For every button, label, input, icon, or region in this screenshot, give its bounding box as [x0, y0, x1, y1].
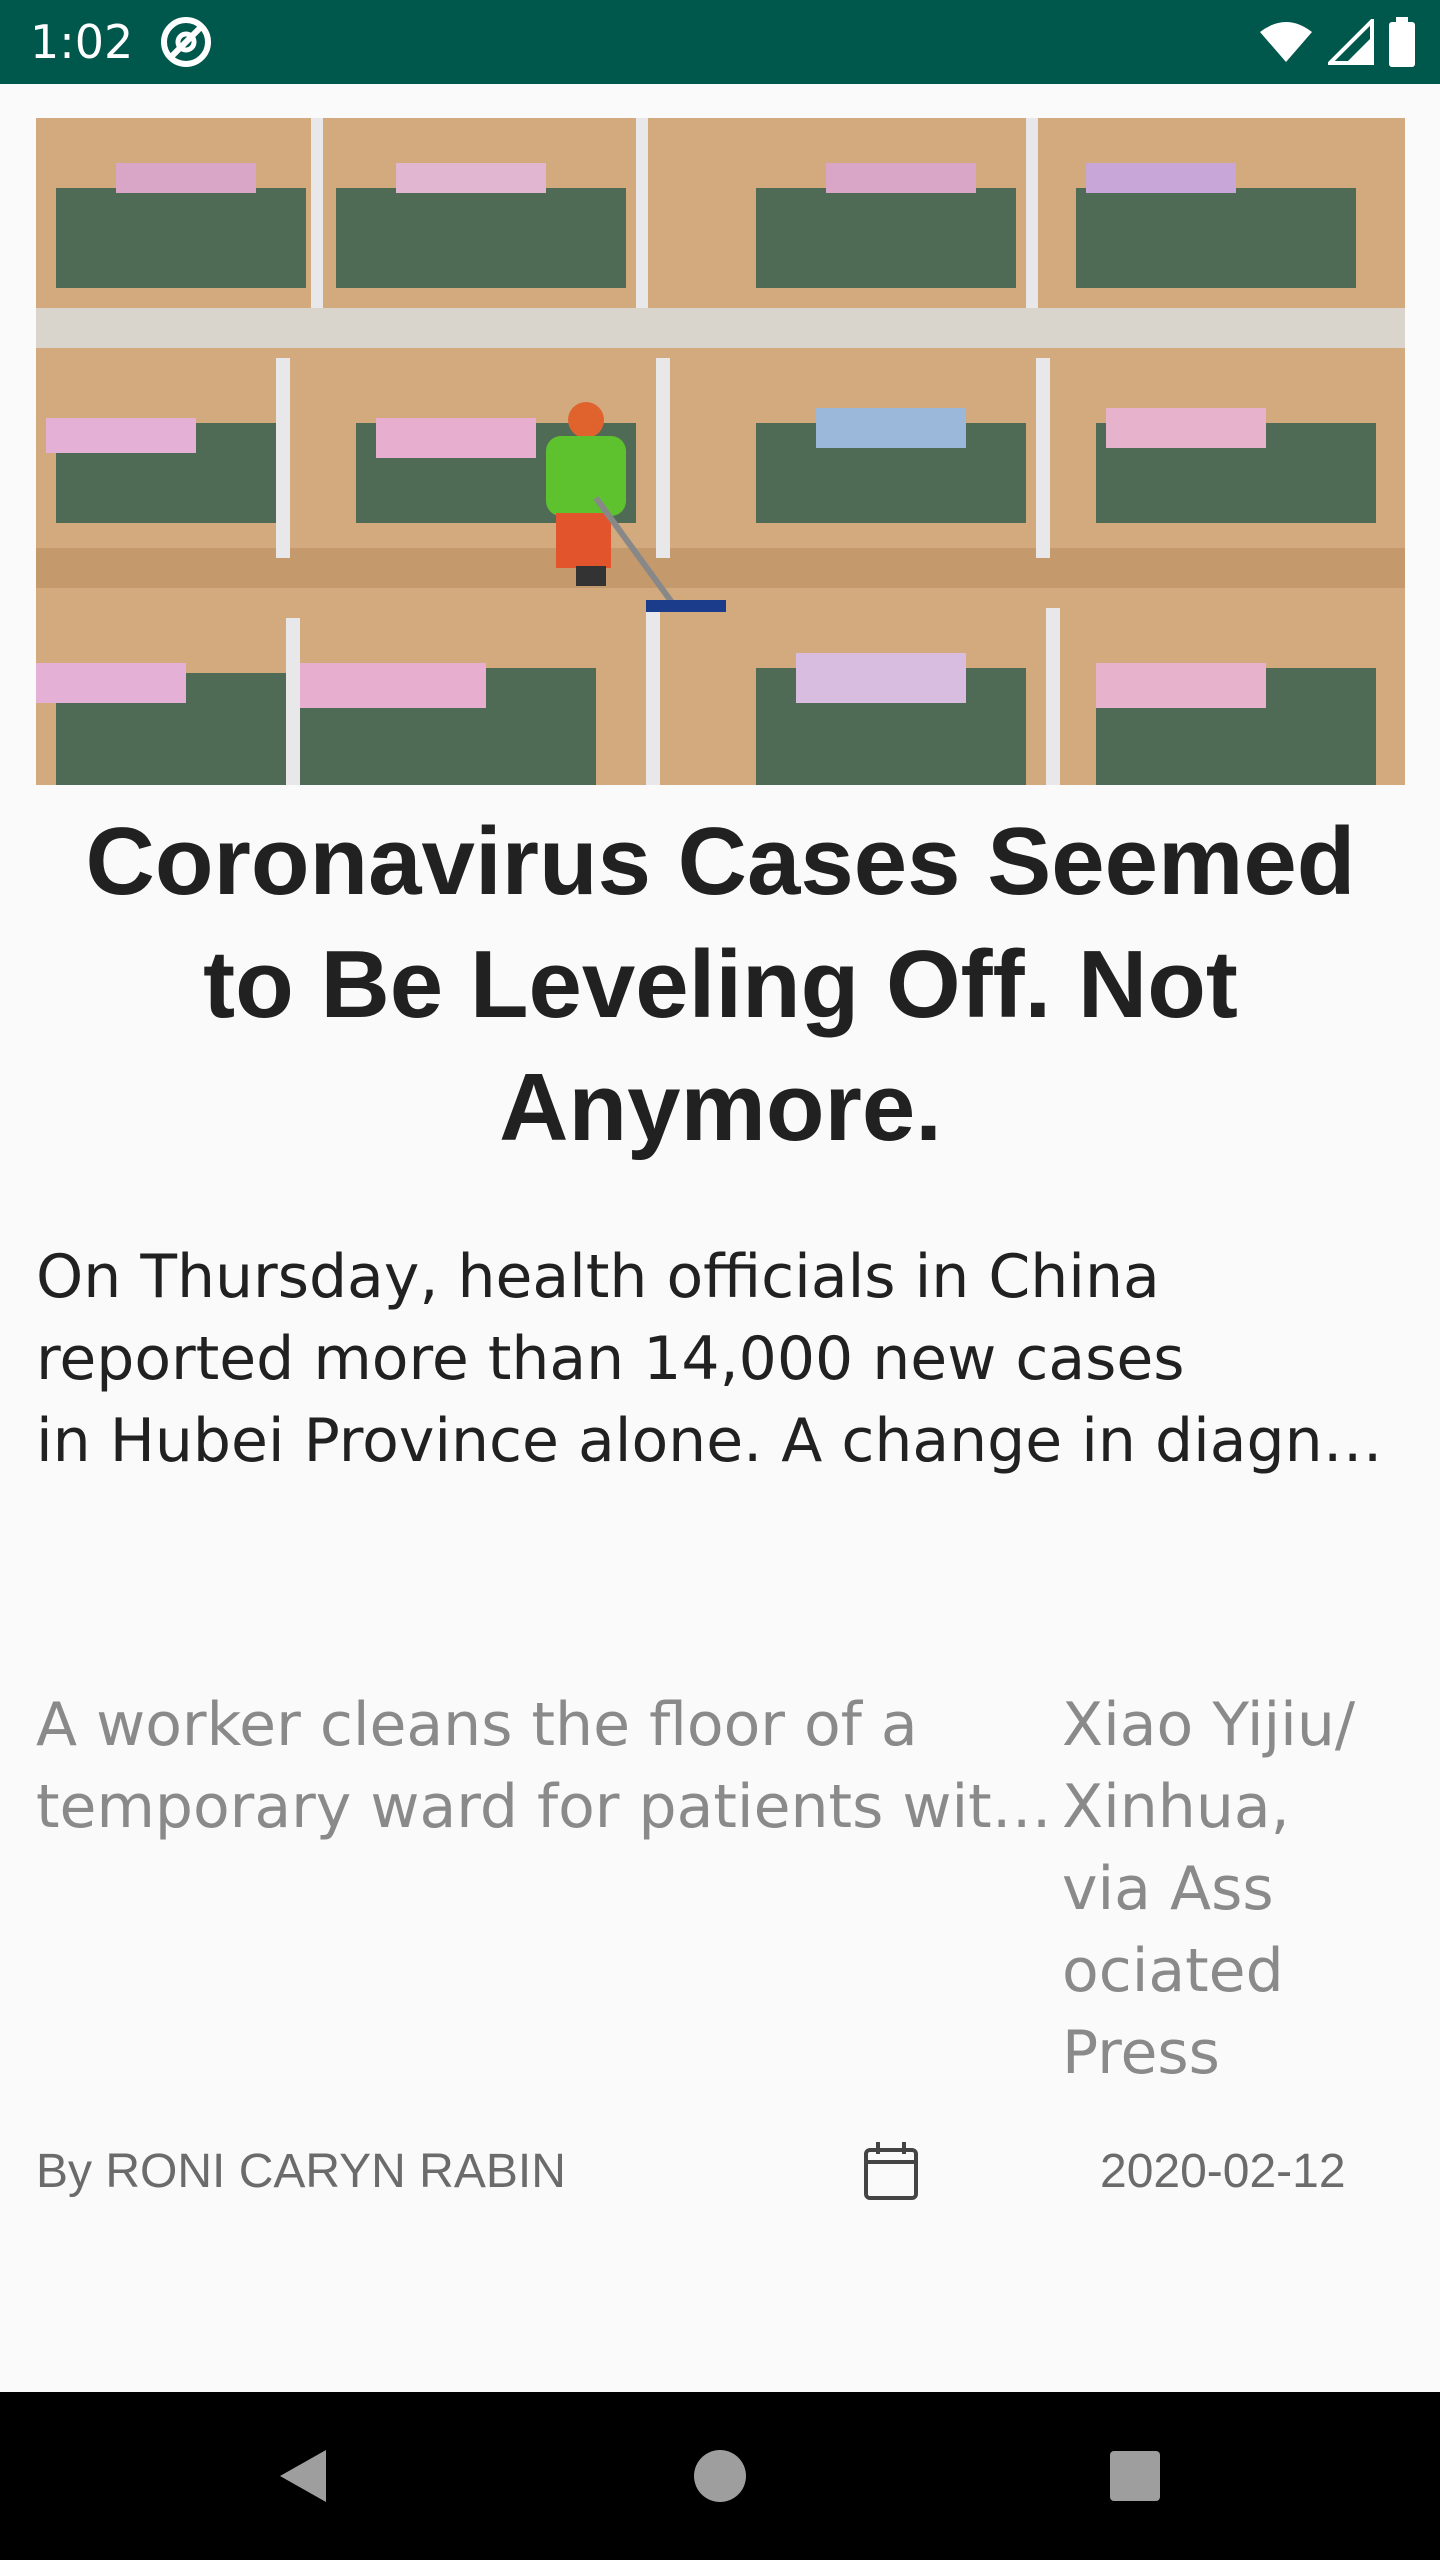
- credit-line: Xinhua,: [1062, 1772, 1290, 1842]
- signal-icon: [1328, 19, 1374, 65]
- credit-line: ociated: [1062, 1936, 1284, 2006]
- article-date: 2020-02-12: [1100, 2145, 1346, 2198]
- home-icon: [694, 2450, 746, 2502]
- credit-line: via Ass: [1062, 1854, 1274, 1924]
- recents-button[interactable]: [1055, 2392, 1215, 2560]
- headline-line: Coronavirus Cases Seemed: [85, 808, 1356, 915]
- status-bar: 1:02: [0, 0, 1440, 84]
- headline-line: to Be Leveling Off. Not: [203, 931, 1238, 1038]
- article-summary: On Thursday, health officials in China r…: [36, 1236, 1405, 1482]
- battery-icon: [1389, 17, 1415, 67]
- home-button[interactable]: [640, 2392, 800, 2560]
- article-byline: By RONI CARYN RABIN: [36, 2145, 566, 2198]
- summary-line: reported more than 14,000 new cases: [36, 1324, 1185, 1394]
- credit-line: Xiao Yijiu/: [1062, 1690, 1356, 1760]
- wifi-icon: [1260, 22, 1312, 62]
- recents-icon: [1110, 2451, 1160, 2501]
- system-navigation-bar: [0, 2392, 1440, 2560]
- summary-line: in Hubei Province alone. A change in dia…: [36, 1406, 1383, 1476]
- image-caption: A worker cleans the floor of a temporary…: [36, 1684, 1056, 1848]
- image-credit: Xiao Yijiu/ Xinhua, via Ass ociated Pres…: [1062, 1684, 1402, 2094]
- status-time: 1:02: [30, 15, 134, 69]
- calendar-icon: [864, 2142, 918, 2200]
- article-headline: Coronavirus Cases Seemed to Be Leveling …: [36, 800, 1405, 1169]
- article-hero-image[interactable]: [36, 118, 1405, 785]
- back-button[interactable]: [222, 2392, 382, 2560]
- credit-line: Press: [1062, 2018, 1220, 2088]
- caption-line: temporary ward for patients wit…: [36, 1772, 1052, 1842]
- caption-line: A worker cleans the floor of a: [36, 1690, 918, 1760]
- back-icon: [280, 2450, 326, 2502]
- summary-line: On Thursday, health officials in China: [36, 1242, 1160, 1312]
- app-notification-icon: [161, 17, 211, 67]
- headline-line: Anymore.: [499, 1054, 942, 1161]
